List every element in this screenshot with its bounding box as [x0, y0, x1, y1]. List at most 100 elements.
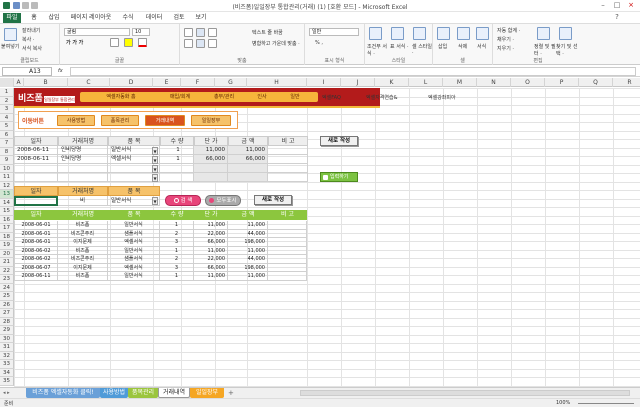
entry-cell[interactable]: 1 [160, 146, 194, 155]
row-header[interactable]: 20 [0, 249, 14, 258]
font-color-icon[interactable] [138, 38, 147, 47]
result-cell[interactable]: 2008-06-07 [14, 263, 58, 272]
clear-button[interactable]: 지우기 · [497, 45, 514, 52]
column-header[interactable]: I [307, 78, 341, 87]
result-cell[interactable]: 198,000 [228, 238, 268, 247]
result-cell[interactable]: 66,000 [194, 263, 228, 272]
align-center-icon[interactable] [196, 39, 205, 48]
sheet-tab-bizform[interactable]: 비즈폼 엑셀자동화 클릭! [26, 388, 100, 398]
column-header[interactable]: N [477, 78, 511, 87]
add-sheet-icon[interactable]: + [228, 389, 234, 397]
paste-icon[interactable] [4, 28, 17, 41]
nav-button-howto[interactable]: 사용방법 [57, 115, 95, 126]
row-header[interactable]: 33 [0, 360, 14, 369]
result-cell[interactable]: 1 [160, 272, 194, 281]
table-format-icon[interactable] [391, 27, 404, 40]
result-cell[interactable]: 2008-06-02 [14, 255, 58, 264]
number-symbols[interactable]: % , [315, 40, 323, 46]
row-header[interactable]: 13 [0, 190, 14, 199]
row-header[interactable]: 32 [0, 351, 14, 360]
link-excel-faq[interactable]: 엑셀FAQ [322, 94, 341, 101]
search-date-input[interactable] [14, 196, 58, 206]
sort-filter-button[interactable]: 정렬 및 필터 · [534, 43, 556, 57]
entry-cell[interactable] [194, 173, 228, 182]
column-header[interactable]: D [110, 78, 153, 87]
column-header[interactable]: C [68, 78, 110, 87]
font-size-select[interactable]: 10 [132, 28, 150, 36]
row-header[interactable]: 5 [0, 122, 14, 131]
sort-filter-icon[interactable] [537, 27, 550, 40]
nav-button-items[interactable]: 품목관리 [101, 115, 139, 126]
menu-item-admin[interactable]: 총무/관리 [204, 92, 244, 102]
nav-button-daily-ledger[interactable]: 일일장부 [191, 115, 231, 126]
find-select-button[interactable]: 찾기 및 선택 · [556, 43, 580, 57]
horizontal-scrollbar[interactable] [300, 390, 630, 396]
row-header[interactable]: 1 [0, 88, 14, 97]
result-cell[interactable]: 11,000 [228, 272, 268, 281]
result-cell[interactable]: 샘플서식 [108, 229, 160, 238]
result-cell[interactable]: 비즈폼 [58, 221, 108, 230]
entry-cell[interactable] [268, 164, 308, 173]
entry-cell[interactable] [228, 173, 268, 182]
entry-cell[interactable]: 2008-06-11 [14, 155, 58, 164]
copy-button[interactable]: 복사 · [22, 36, 34, 43]
insert-button[interactable]: 삽입 [438, 43, 447, 50]
result-note-cell[interactable] [268, 263, 307, 272]
result-cell[interactable]: 이지문제 [58, 263, 108, 272]
result-cell[interactable]: 2008-06-01 [14, 221, 58, 230]
chevron-down-icon[interactable]: ▼ [152, 164, 158, 173]
column-header[interactable]: F [181, 78, 215, 87]
align-middle-icon[interactable] [196, 28, 205, 37]
search-client-input[interactable]: 비 [58, 196, 108, 206]
result-cell[interactable]: 11,000 [228, 246, 268, 255]
entry-cell[interactable] [58, 173, 108, 182]
result-cell[interactable]: 2 [160, 255, 194, 264]
result-cell[interactable]: 비즈콘주리 [58, 229, 108, 238]
sheet-tab-items[interactable]: 품목관리 [128, 388, 158, 398]
row-header[interactable]: 35 [0, 377, 14, 386]
row-header[interactable]: 29 [0, 326, 14, 335]
row-header[interactable]: 21 [0, 258, 14, 267]
column-header[interactable]: P [545, 78, 579, 87]
row-header[interactable]: 26 [0, 300, 14, 309]
result-cell[interactable]: 22,000 [194, 255, 228, 264]
result-cell[interactable]: 1 [160, 221, 194, 230]
row-header[interactable]: 31 [0, 343, 14, 352]
row-header[interactable]: 2 [0, 96, 14, 105]
row-header[interactable]: 17 [0, 224, 14, 233]
column-header[interactable]: J [341, 78, 375, 87]
entry-cell[interactable] [160, 173, 194, 182]
tab-formulas[interactable]: 수식 [120, 13, 136, 23]
minimize-icon[interactable]: – [598, 1, 608, 10]
result-cell[interactable]: 2 [160, 229, 194, 238]
menu-item-general[interactable]: 일반 [280, 92, 310, 102]
column-header[interactable]: Q [579, 78, 613, 87]
entry-cell[interactable] [14, 173, 58, 182]
align-bottom-icon[interactable] [208, 28, 217, 37]
maximize-icon[interactable]: □ [612, 1, 622, 10]
row-header[interactable]: 8 [0, 147, 14, 156]
border-icon[interactable] [110, 38, 119, 47]
row-header[interactable]: 16 [0, 215, 14, 224]
merge-center-button[interactable]: 병합하고 가운데 맞춤 · [252, 40, 300, 47]
delete-cells-icon[interactable] [457, 27, 470, 40]
result-cell[interactable]: 2008-06-02 [14, 246, 58, 255]
tab-insert[interactable]: 삽입 [46, 13, 62, 23]
row-header[interactable]: 15 [0, 207, 14, 216]
entry-cell[interactable] [58, 164, 108, 173]
sheet-tab-daily-ledger[interactable]: 일일장부 [190, 388, 224, 398]
entry-cell[interactable] [228, 164, 268, 173]
result-cell[interactable]: 1 [160, 246, 194, 255]
column-header[interactable]: G [215, 78, 247, 87]
zoom-slider[interactable] [578, 403, 634, 404]
row-header[interactable]: 4 [0, 113, 14, 122]
row-header[interactable]: 12 [0, 181, 14, 190]
entry-cell[interactable]: 인비당명 [58, 155, 108, 164]
result-cell[interactable]: 198,000 [228, 263, 268, 272]
search-button[interactable]: 검 색 [165, 195, 201, 206]
tab-home[interactable]: 홈 [28, 13, 40, 23]
column-header[interactable]: O [511, 78, 545, 87]
row-header[interactable]: 11 [0, 173, 14, 182]
result-cell[interactable]: 11,000 [228, 221, 268, 230]
paste-button[interactable]: 붙여넣기 [1, 43, 19, 50]
